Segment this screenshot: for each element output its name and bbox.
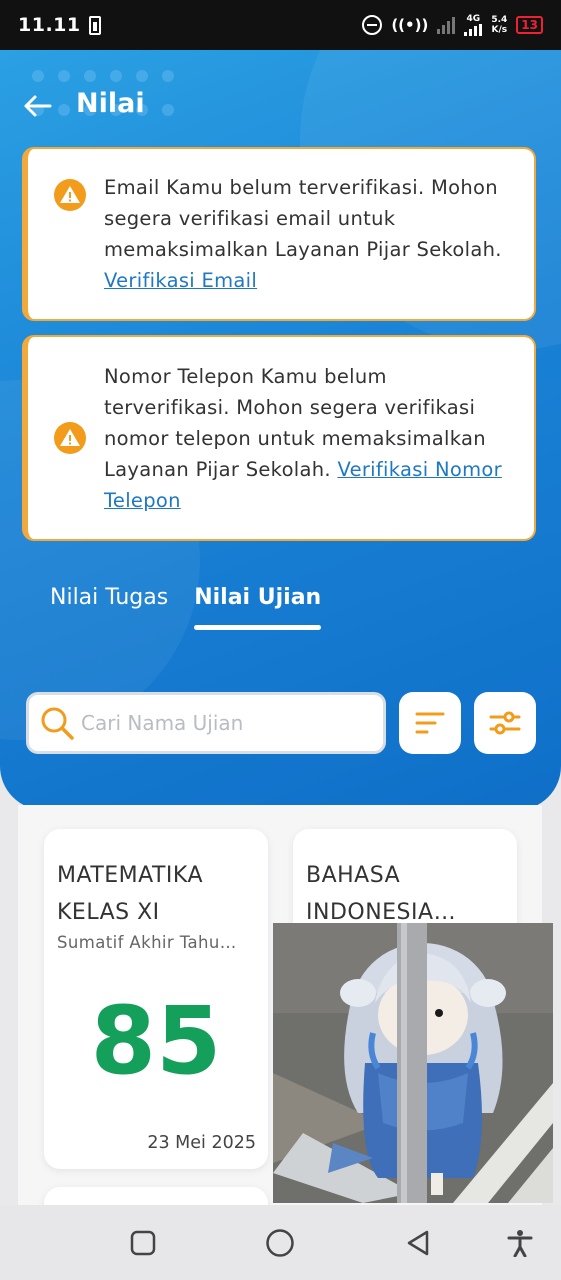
- battery-level: 13: [516, 16, 543, 34]
- triangle-back-icon: [407, 1230, 429, 1256]
- back-button[interactable]: [22, 90, 54, 122]
- status-time: 11.11: [18, 14, 81, 36]
- arrow-left-icon: [24, 95, 52, 117]
- alert-message: Email Kamu belum terverifikasi. Mohon se…: [104, 176, 502, 292]
- exam-card[interactable]: MATEMATIKA KELAS XI Sumatif Akhir Tahu… …: [44, 829, 268, 1169]
- sticker-image: [273, 923, 553, 1203]
- tab-nilai-ujian[interactable]: Nilai Ujian: [194, 585, 322, 630]
- verify-email-link[interactable]: Verifikasi Email: [104, 269, 257, 292]
- header: Nilai Email Kamu belum terverifikasi. Mo…: [0, 50, 561, 810]
- email-verification-alert: Email Kamu belum terverifikasi. Mohon se…: [22, 147, 536, 321]
- filter-sliders-icon: [489, 711, 521, 735]
- search-placeholder: Cari Nama Ujian: [81, 711, 244, 735]
- sort-icon: [415, 712, 445, 734]
- exam-name: MATEMATIKA KELAS XI: [57, 863, 204, 925]
- signal-weak-icon: [437, 16, 456, 34]
- search-icon: [41, 707, 74, 740]
- status-bar: 11.11 ((•)) 4G 5.4 K/s 13: [0, 0, 561, 50]
- page-title: Nilai: [76, 88, 145, 119]
- filter-button[interactable]: [474, 692, 536, 754]
- back-nav-button[interactable]: [400, 1225, 436, 1261]
- signal-4g-icon: 4G: [464, 14, 483, 36]
- exam-score: 85: [90, 987, 222, 1096]
- network-speed: 5.4 K/s: [491, 15, 508, 35]
- tab-nilai-tugas[interactable]: Nilai Tugas: [50, 585, 168, 630]
- phone-verification-alert: Nomor Telepon Kamu belum terverifikasi. …: [22, 335, 536, 541]
- warning-icon: [54, 179, 86, 211]
- hotspot-icon: ((•)): [391, 16, 429, 34]
- accessibility-button[interactable]: [502, 1225, 538, 1261]
- exam-type: Sumatif Akhir Tahu…: [57, 933, 237, 952]
- tab-bar: Nilai Tugas Nilai Ujian: [50, 585, 322, 630]
- alert-message: Nomor Telepon Kamu belum terverifikasi. …: [104, 364, 502, 512]
- recent-apps-button[interactable]: [125, 1225, 161, 1261]
- system-nav-bar: [0, 1205, 561, 1280]
- do-not-disturb-icon: [362, 15, 383, 35]
- circle-icon: [266, 1229, 294, 1257]
- exam-name: BAHASA INDONESIA…: [306, 863, 457, 925]
- search-input[interactable]: Cari Nama Ujian: [26, 692, 386, 754]
- accessibility-icon: [507, 1230, 533, 1257]
- sort-button[interactable]: [399, 692, 461, 754]
- home-button[interactable]: [262, 1225, 298, 1261]
- warning-icon: [54, 422, 86, 454]
- square-icon: [130, 1230, 156, 1256]
- exam-date: 23 Mei 2025: [147, 1133, 256, 1153]
- battery-saver-icon: [88, 15, 101, 35]
